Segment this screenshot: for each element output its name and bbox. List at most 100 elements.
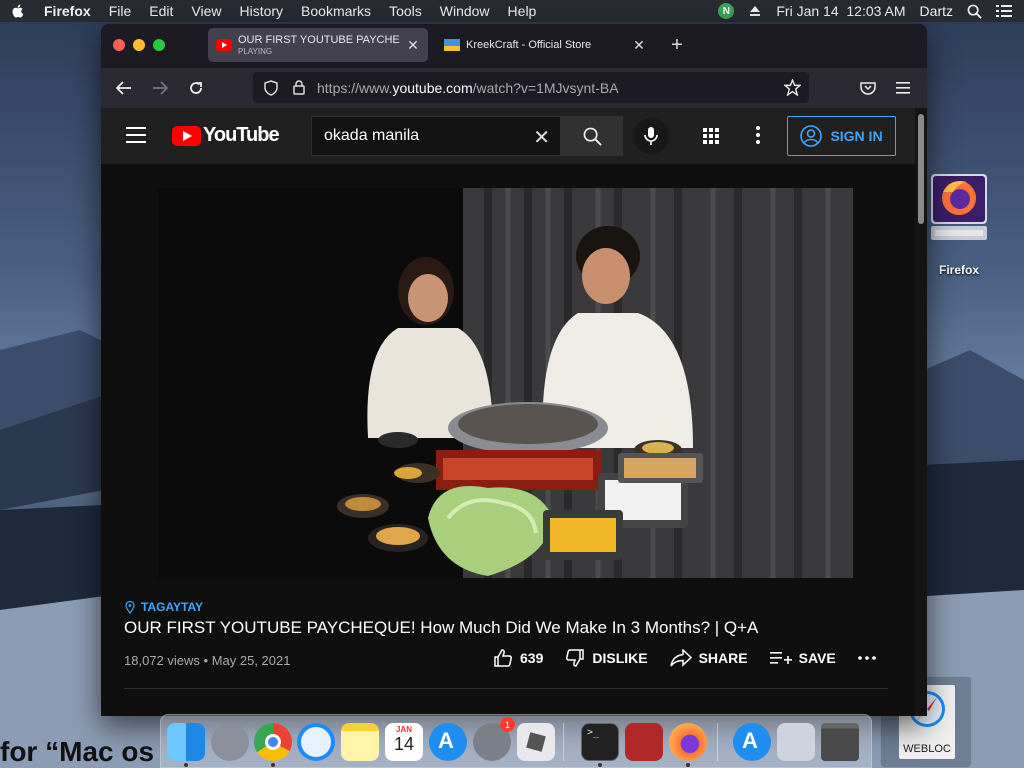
dislike-button[interactable]: DISLIKE: [565, 648, 648, 668]
running-indicator: [598, 763, 602, 767]
menu-edit[interactable]: Edit: [149, 3, 173, 19]
minimize-window-button[interactable]: [133, 39, 145, 51]
forward-button[interactable]: [149, 77, 171, 99]
running-indicator: [271, 763, 275, 767]
firefox-window: OUR FIRST YOUTUBE PAYCHE PLAYING ✕ KreekC…: [101, 24, 927, 716]
dock-calendar-icon[interactable]: JAN 14: [385, 723, 423, 761]
dock-downloads-icon[interactable]: [777, 723, 815, 761]
menu-help[interactable]: Help: [508, 3, 537, 19]
dock-finder-icon[interactable]: [167, 723, 205, 761]
forward-arrow-icon: [153, 81, 168, 95]
menubar-user[interactable]: Dartz: [920, 3, 953, 19]
calendar-day: 14: [393, 734, 415, 754]
close-tab-icon[interactable]: ✕: [632, 37, 646, 54]
app-menu-button[interactable]: [892, 77, 914, 99]
menu-bookmarks[interactable]: Bookmarks: [301, 3, 371, 19]
status-n-icon[interactable]: N: [718, 3, 735, 19]
webloc-label: WEBLOC: [903, 743, 951, 755]
youtube-settings-more-icon[interactable]: [756, 126, 760, 147]
url-prefix: https://www.: [317, 79, 393, 96]
menu-window[interactable]: Window: [440, 3, 490, 19]
dock-firefox-icon[interactable]: [669, 723, 707, 761]
tracking-shield-icon[interactable]: [261, 78, 281, 98]
navigation-toolbar: https://www. youtube.com/watch?v=1MJvsynt…: [101, 68, 927, 108]
dock-system-preferences-icon[interactable]: 1: [473, 717, 515, 761]
calendar-month: JAN: [395, 725, 412, 734]
menu-file[interactable]: File: [109, 3, 132, 19]
thumbs-down-icon: [566, 649, 585, 667]
share-button[interactable]: SHARE: [669, 649, 748, 667]
youtube-guide-menu-icon[interactable]: [126, 127, 146, 148]
more-actions-button[interactable]: [857, 656, 876, 660]
youtube-logo[interactable]: YouTube: [172, 124, 280, 147]
desktop-firefox-drive[interactable]: Firefox: [924, 170, 994, 277]
menu-tools[interactable]: Tools: [389, 3, 422, 19]
voice-search-button[interactable]: [633, 118, 669, 154]
dock-safari-icon[interactable]: [297, 723, 335, 761]
dock-roblox-icon[interactable]: [517, 723, 555, 761]
scrollbar-thumb[interactable]: [918, 114, 924, 224]
pocket-button[interactable]: [857, 77, 879, 99]
tab-youtube[interactable]: OUR FIRST YOUTUBE PAYCHE PLAYING ✕: [208, 28, 428, 62]
video-actions: 639 DISLIKE SHARE SAVE: [493, 648, 898, 668]
menu-history[interactable]: History: [239, 3, 283, 19]
youtube-apps-icon[interactable]: [703, 128, 719, 144]
close-tab-icon[interactable]: ✕: [406, 37, 420, 54]
youtube-page: YouTube okada manila ✕ SIGN IN TAGAYTAY …: [101, 108, 915, 716]
location-tag[interactable]: TAGAYTAY: [125, 600, 203, 614]
save-label: SAVE: [798, 650, 836, 666]
running-indicator: [184, 763, 188, 767]
dock-terminal-icon[interactable]: >_: [581, 723, 619, 761]
dock-notes-icon[interactable]: [341, 723, 379, 761]
dock-trash-icon[interactable]: [821, 723, 859, 761]
menu-view[interactable]: View: [191, 3, 221, 19]
lock-icon[interactable]: [289, 78, 309, 98]
tab-kreekcraft-title: KreekCraft - Official Store: [466, 39, 592, 51]
dislike-label: DISLIKE: [592, 650, 648, 666]
pocket-icon: [860, 82, 876, 95]
new-tab-button[interactable]: +: [667, 34, 687, 57]
upload-date: May 25, 2021: [211, 653, 291, 668]
spotlight-icon[interactable]: [967, 4, 982, 19]
tab-kreekcraft[interactable]: KreekCraft - Official Store ✕: [436, 28, 654, 62]
youtube-search-input[interactable]: okada manila ✕: [311, 116, 561, 156]
add-to-playlist-icon: [769, 652, 792, 664]
hamburger-menu-icon: [896, 82, 910, 94]
url-path: /watch?v=1MJvsynt-BA: [472, 79, 619, 96]
close-window-button[interactable]: [113, 39, 125, 51]
save-button[interactable]: SAVE: [769, 650, 836, 666]
bookmark-star-icon[interactable]: [784, 79, 801, 96]
menubar-clock[interactable]: Fri Jan 14 12:03 AM: [776, 3, 905, 19]
url-bar[interactable]: https://www. youtube.com/watch?v=1MJvsynt…: [253, 72, 809, 103]
clear-search-icon[interactable]: ✕: [533, 125, 550, 150]
dock-launchpad-icon[interactable]: [211, 723, 249, 761]
back-button[interactable]: [113, 77, 135, 99]
notification-badge: 1: [500, 717, 515, 732]
control-center-icon[interactable]: [996, 4, 1012, 18]
desktop-firefox-label: Firefox: [938, 263, 979, 277]
page-scrollbar[interactable]: [915, 108, 927, 716]
reload-button[interactable]: [185, 77, 207, 99]
back-arrow-icon: [116, 81, 131, 95]
dock-photo-booth-icon[interactable]: [625, 723, 663, 761]
dock-app-store-icon[interactable]: A: [429, 723, 467, 761]
reload-icon: [190, 82, 202, 94]
url-domain: youtube.com: [392, 79, 473, 96]
kreekcraft-favicon-icon: [444, 39, 460, 51]
eject-icon[interactable]: [748, 4, 762, 18]
dock-separator: [717, 723, 718, 761]
firefox-drive-icon: [931, 174, 987, 240]
video-player[interactable]: [158, 188, 853, 578]
menu-app-name[interactable]: Firefox: [44, 3, 91, 19]
dock-app-store-folder-icon[interactable]: A: [733, 723, 771, 761]
zoom-window-button[interactable]: [153, 39, 165, 51]
dock-chrome-icon[interactable]: [254, 723, 292, 761]
youtube-favicon-icon: [216, 39, 232, 51]
search-icon: [583, 127, 602, 146]
apple-icon[interactable]: [10, 3, 26, 19]
sign-in-button[interactable]: SIGN IN: [787, 116, 896, 156]
youtube-search-button[interactable]: [561, 116, 623, 156]
tab-playing-status: PLAYING: [238, 47, 273, 56]
like-button[interactable]: 639: [493, 648, 543, 668]
microphone-icon: [644, 127, 658, 145]
